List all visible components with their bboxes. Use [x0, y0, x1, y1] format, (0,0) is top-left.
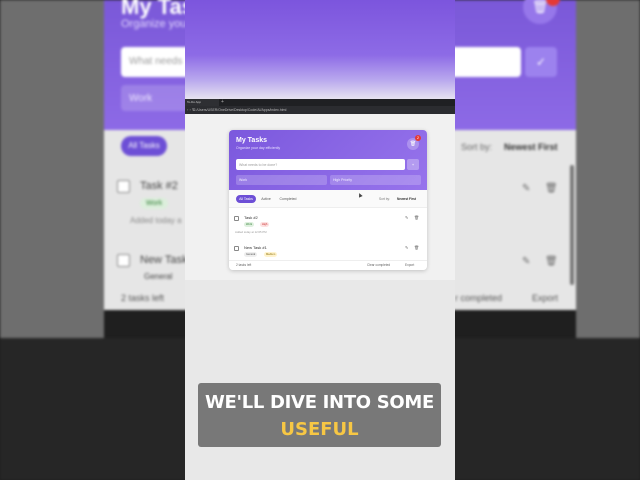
bg-tasks-left: 2 tasks left [121, 293, 165, 303]
task-checkbox[interactable] [234, 216, 239, 221]
app-footer: 2 tasks left Clear completed Export [229, 260, 427, 270]
todo-app: My Tasks Organize your day efficiently 🗑… [229, 130, 427, 270]
task-timestamp: Added today at 12:05 PM [235, 230, 267, 234]
bg-task-name: Task #2 [140, 180, 178, 192]
tab-completed[interactable]: Completed [277, 195, 299, 203]
priority-tag: Medium [264, 252, 278, 257]
bg-task-name: New Task [140, 254, 188, 266]
app-subtitle: Organize your day efficiently [236, 146, 281, 150]
priority-tag: High [260, 222, 270, 227]
bg-edit-icon: ✎ [522, 256, 531, 267]
task-count-badge: 2 [415, 135, 421, 141]
delete-icon[interactable]: 🗑 [414, 215, 419, 220]
bg-delete-icon: 🗑 [545, 183, 558, 194]
sort-select[interactable]: Newest First [397, 195, 416, 203]
screen: My Task Organize your d 🗑 What needs ✓ W… [0, 0, 640, 480]
category-tag: Work [244, 222, 255, 227]
new-tab-button[interactable]: + [221, 99, 224, 105]
tab-all-tasks[interactable]: All Tasks [236, 195, 256, 203]
task-item: Task #2 Work High Added today at 12:05 P… [229, 210, 427, 238]
tasks-left-count: 2 tasks left [236, 263, 252, 267]
bg-left-panel [0, 0, 104, 338]
video-caption: WE'LL DIVE INTO SOME USEFUL [198, 383, 441, 447]
url-field[interactable]: C:/Users/USER/OneDrive/Desktop/Code/AI/A… [193, 107, 286, 113]
browser-tab[interactable]: To-Do App [185, 99, 219, 106]
caption-line-2: USEFUL [280, 419, 359, 440]
browser-address-bar: ‹ › ↻ C:/Users/USER/OneDrive/Desktop/Cod… [185, 106, 455, 114]
filter-bar: All Tasks Active Completed Sort by: Newe… [229, 190, 427, 208]
gradient-top-band [185, 0, 455, 100]
bg-right-panel [576, 0, 640, 338]
bg-checkbox [117, 254, 130, 267]
bg-delete-icon: 🗑 [545, 256, 558, 267]
bg-checkbox [117, 180, 130, 193]
app-header: My Tasks Organize your day efficiently 🗑… [229, 130, 427, 190]
task-item: New Task #1 General Medium ✎ 🗑 [229, 240, 427, 260]
bg-task-note: Added today a [130, 216, 182, 225]
bg-task-tag: General [144, 272, 173, 281]
app-title: My Tasks [236, 137, 267, 144]
add-task-button[interactable]: + [407, 159, 419, 170]
bg-sort-label: Sort by: [461, 142, 493, 152]
task-name: New Task #1 [244, 245, 267, 250]
bg-edit-icon: ✎ [522, 183, 531, 194]
delete-icon[interactable]: 🗑 [414, 245, 419, 250]
bg-export: Export [532, 293, 559, 303]
browser-tab-bar: To-Do App + [185, 99, 455, 106]
task-input[interactable] [236, 159, 405, 170]
edit-icon[interactable]: ✎ [405, 215, 408, 220]
tab-active[interactable]: Active [259, 195, 273, 203]
bg-tab-all: All Tasks [121, 136, 167, 156]
category-select[interactable]: Work [236, 175, 327, 185]
priority-select[interactable]: High Priority [330, 175, 421, 185]
clear-completed-button[interactable]: Clear completed [367, 263, 390, 267]
bg-tag: Work [140, 198, 169, 209]
task-checkbox[interactable] [234, 246, 239, 251]
category-tag: General [244, 252, 258, 257]
bg-add-icon: ✓ [525, 47, 557, 77]
strip-lower-area [185, 280, 455, 480]
task-name: Task #2 [244, 215, 258, 220]
export-button[interactable]: Export [405, 263, 414, 267]
edit-icon[interactable]: ✎ [405, 245, 408, 250]
caption-line-1: WE'LL DIVE INTO SOME [204, 392, 435, 413]
bg-clear-completed: r completed [455, 293, 503, 303]
bg-scrollbar [570, 165, 574, 285]
sort-label: Sort by: [379, 197, 390, 201]
bg-sort-value: Newest First [504, 142, 558, 152]
